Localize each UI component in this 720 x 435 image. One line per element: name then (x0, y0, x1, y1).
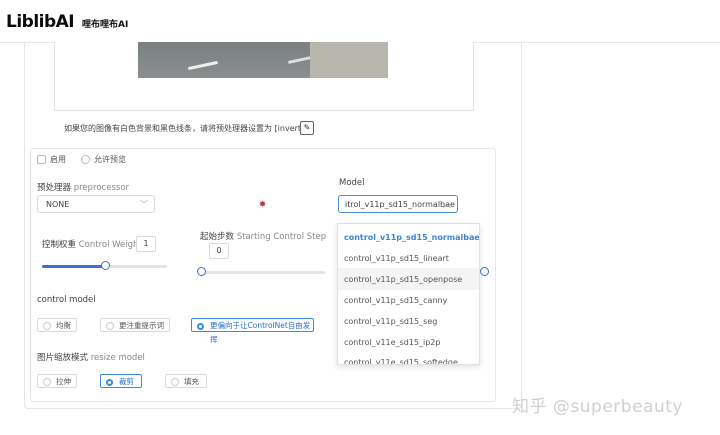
dropdown-item[interactable]: control_v11e_sd15_softedge (344, 358, 458, 364)
dropdown-item[interactable]: control_v11p_sd15_normalbae (344, 233, 479, 242)
starting-step-track[interactable] (200, 271, 325, 274)
edit-icon[interactable]: ✎ (300, 121, 314, 135)
enable-checkbox[interactable] (37, 155, 46, 164)
model-dropdown-list[interactable]: control_v11p_sd15_normalbae control_v11p… (337, 223, 480, 365)
starting-step-label: 起始步数 Starting Control Step (200, 232, 327, 242)
control-model-option-prompt[interactable]: 更注重提示词 (100, 318, 170, 332)
logo-subtitle: 哩布哩布AI (82, 20, 129, 30)
control-model-option-balanced[interactable]: 均衡 (37, 318, 77, 332)
chevron-down-icon: ﹀ (140, 200, 148, 209)
preprocessor-value: NONE (46, 200, 70, 209)
model-select[interactable]: itrol_v11p_sd15_normalbae ︿ (338, 195, 458, 213)
starting-step-input[interactable]: 0 (209, 243, 229, 259)
dropdown-item[interactable]: control_v11p_sd15_seg (344, 317, 437, 326)
enable-label: 启用 (50, 155, 66, 164)
dropdown-item[interactable]: control_v11p_sd15_canny (344, 296, 447, 305)
run-preprocessor-icon[interactable]: ✸ (258, 201, 267, 210)
control-weight-input[interactable]: 1 (136, 236, 156, 252)
dropdown-item[interactable]: control_v11e_sd15_ip2p (344, 338, 440, 347)
control-weight-handle[interactable] (100, 261, 110, 270)
chevron-up-icon: ︿ (443, 200, 451, 209)
preprocessor-label: 预处理器 preprocessor (37, 183, 130, 193)
resize-option-fill[interactable]: 填充 (165, 374, 207, 388)
resize-option-stretch[interactable]: 拉伸 (37, 374, 77, 388)
resize-option-crop[interactable]: 裁剪 (100, 374, 142, 388)
control-weight-label: 控制权重 Control Weight (42, 240, 142, 250)
watermark: 知乎 @superbeauty (512, 397, 683, 417)
invert-hint-text: 如果您的图像有白色背景和黑色线条，请将预处理器设置为 [invert]。 (64, 124, 313, 133)
dropdown-item[interactable]: control_v11p_sd15_lineart (344, 254, 449, 263)
preview-image (138, 42, 388, 78)
ending-step-handle[interactable] (480, 267, 489, 276)
control-model-option-controlnet[interactable]: 更偏向于让ControlNet自由发挥 (191, 318, 314, 344)
allow-preview-label: 允许预览 (94, 155, 126, 164)
control-weight-fill (42, 265, 105, 268)
logo-text: LiblibAI (6, 12, 75, 32)
control-model-label: control model (37, 295, 96, 305)
allow-preview-checkbox[interactable] (81, 155, 90, 164)
preprocessor-select[interactable]: NONE ﹀ (37, 195, 155, 213)
logo[interactable]: LiblibAI (6, 12, 75, 32)
resize-model-label: 图片缩放模式 resize model (37, 353, 145, 363)
starting-step-handle[interactable] (197, 267, 206, 276)
model-label: Model (339, 178, 365, 188)
model-value: itrol_v11p_sd15_normalbae (345, 200, 455, 209)
dropdown-item[interactable]: control_v11p_sd15_openpose (344, 275, 462, 284)
